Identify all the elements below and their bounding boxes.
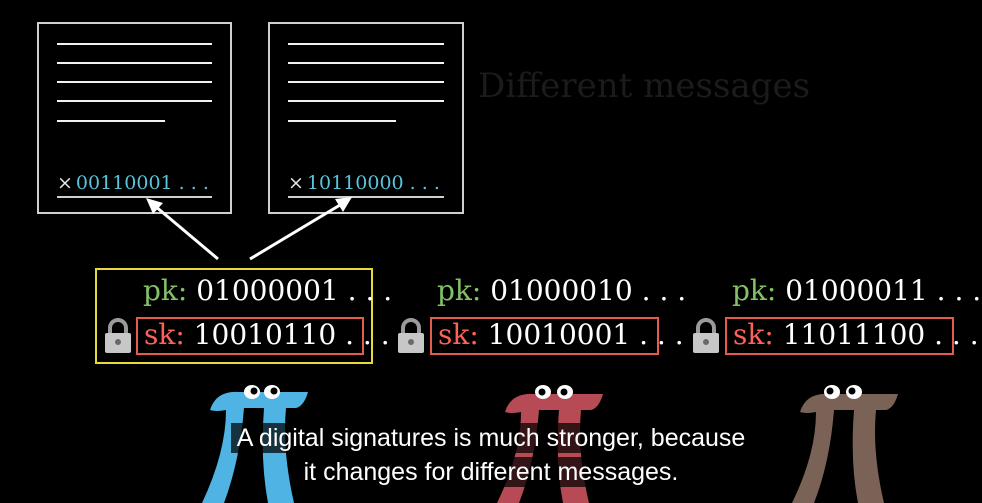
arrowhead-icon bbox=[335, 197, 352, 212]
pk-value: 01000001 . . . bbox=[196, 274, 393, 307]
pk-label: pk: bbox=[437, 274, 482, 307]
sk-value: 10010001 . . . bbox=[487, 318, 684, 351]
pk-label: pk: bbox=[143, 274, 188, 307]
secret-key: sk: 10010110 . . . bbox=[144, 318, 390, 351]
public-key: pk: 01000001 . . . bbox=[143, 274, 392, 307]
lock-icon bbox=[105, 318, 131, 353]
lock-icon bbox=[398, 318, 424, 353]
sk-label: sk: bbox=[144, 318, 185, 351]
lock-icon bbox=[693, 318, 719, 353]
subtitle-text: A digital signatures is much stronger, b… bbox=[230, 423, 752, 453]
subtitle-text: it changes for different messages. bbox=[297, 457, 685, 487]
pk-value: 01000011 . . . bbox=[785, 274, 982, 307]
sk-label: sk: bbox=[733, 318, 774, 351]
public-key: pk: 01000011 . . . bbox=[732, 274, 981, 307]
secret-key: sk: 11011100 . . . bbox=[733, 318, 979, 351]
pk-value: 01000010 . . . bbox=[490, 274, 687, 307]
sk-label: sk: bbox=[438, 318, 479, 351]
subtitle-line-2: it changes for different messages. bbox=[0, 455, 982, 489]
secret-key: sk: 10010001 . . . bbox=[438, 318, 684, 351]
arrow-to-doc-2 bbox=[249, 203, 341, 261]
sk-value: 11011100 . . . bbox=[782, 318, 979, 351]
subtitle-line-1: A digital signatures is much stronger, b… bbox=[0, 421, 982, 455]
pk-label: pk: bbox=[732, 274, 777, 307]
public-key: pk: 01000010 . . . bbox=[437, 274, 686, 307]
video-frame: Different messages × 00110001 . . . × 1011… bbox=[0, 0, 982, 503]
arrow-to-doc-1 bbox=[154, 204, 219, 261]
sk-value: 10010110 . . . bbox=[193, 318, 390, 351]
